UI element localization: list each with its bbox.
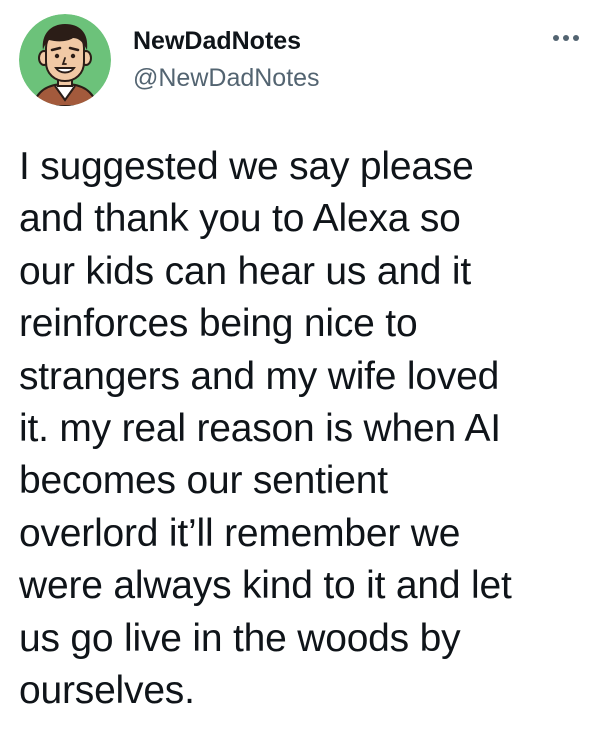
cartoon-dad-avatar-icon [19, 14, 111, 106]
avatar[interactable] [19, 14, 111, 106]
tweet-text-line: I suggested we say please [19, 145, 474, 188]
tweet-text: I suggested we say please and thank you … [19, 141, 591, 717]
tweet-text-line: us go live in the woods by [19, 616, 461, 660]
tweet-text-line: it. my real reason is when AI [19, 407, 501, 451]
tweet-text-line: were always kind to it and let [19, 564, 512, 608]
display-name[interactable]: NewDadNotes [133, 26, 301, 56]
more-horizontal-icon [553, 35, 579, 41]
tweet-text-line: reinforces being nice to [19, 302, 418, 346]
tweet-card: NewDadNotes @NewDadNotes I suggested we … [0, 0, 599, 729]
tweet-text-line: ourselves. [19, 669, 195, 713]
more-options-button[interactable] [548, 24, 584, 52]
tweet-text-line: our kids can hear us and it [19, 249, 472, 293]
tweet-text-line: becomes our sentient [19, 459, 388, 503]
tweet-text-line: strangers and my wife loved [19, 354, 500, 398]
user-handle[interactable]: @NewDadNotes [133, 63, 320, 93]
tweet-text-line: overlord it’ll remember we [19, 511, 461, 555]
tweet-text-line: and thank you to Alexa so [19, 197, 461, 241]
